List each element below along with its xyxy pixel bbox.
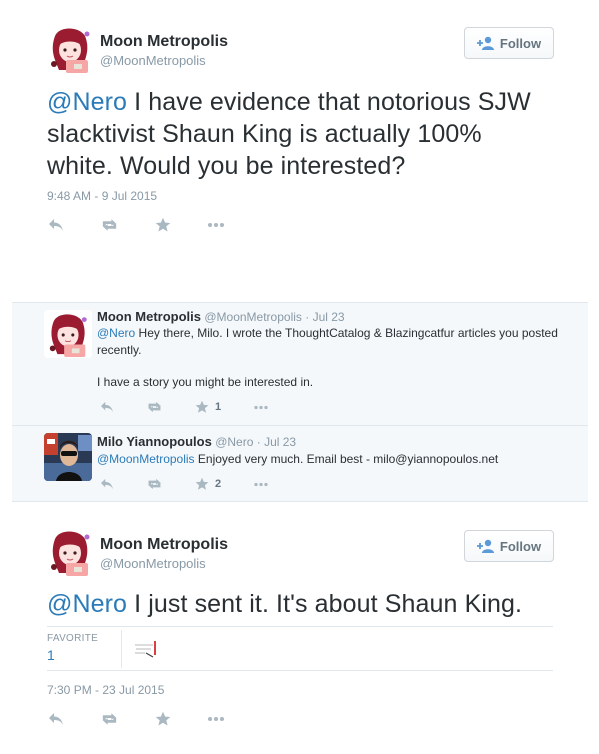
reply-header: Moon Metropolis @MoonMetropolis · Jul 23 bbox=[97, 308, 345, 326]
stats-separator bbox=[121, 630, 122, 668]
reply-mention[interactable]: @MoonMetropolis bbox=[97, 452, 195, 466]
follow-label: Follow bbox=[499, 35, 542, 51]
reply-header: Milo Yiannopoulos @Nero · Jul 23 bbox=[97, 433, 296, 451]
follow-button[interactable]: Follow bbox=[464, 530, 554, 562]
star-icon bbox=[155, 217, 171, 233]
more-icon bbox=[253, 482, 269, 487]
tweet-text: @Nero I just sent it. It's about Shaun K… bbox=[47, 588, 547, 620]
reply-text-2: I have a story you might be interested i… bbox=[97, 375, 314, 389]
avatar[interactable] bbox=[45, 527, 95, 577]
reply-text: @Nero Hey there, Milo. I wrote the Thoug… bbox=[97, 325, 562, 359]
reply-icon bbox=[48, 218, 64, 232]
more-icon bbox=[253, 405, 269, 410]
reply-avatar[interactable] bbox=[44, 310, 92, 358]
reply-button[interactable] bbox=[48, 712, 64, 726]
reply-icon bbox=[100, 401, 114, 413]
reply-button[interactable] bbox=[100, 478, 114, 490]
reply-actions: 1 bbox=[100, 399, 269, 415]
favorite-button[interactable]: 1 bbox=[195, 400, 221, 414]
more-button[interactable] bbox=[253, 405, 269, 410]
display-name[interactable]: Moon Metropolis bbox=[100, 33, 228, 51]
tweet-actions bbox=[48, 216, 225, 234]
retweet-icon bbox=[100, 712, 119, 726]
reply-actions: 2 bbox=[100, 476, 269, 492]
display-name[interactable]: Moon Metropolis bbox=[100, 536, 228, 554]
user-handle[interactable]: @MoonMetropolis bbox=[100, 556, 206, 571]
reply-body: Hey there, Milo. I wrote the ThoughtCata… bbox=[97, 326, 558, 357]
retweet-button[interactable] bbox=[146, 478, 163, 490]
mention-link[interactable]: @Nero bbox=[47, 88, 127, 116]
reply-icon bbox=[100, 478, 114, 490]
favorite-count: 1 bbox=[215, 401, 222, 413]
more-button[interactable] bbox=[207, 716, 225, 722]
favorite-stat-count[interactable]: 1 bbox=[47, 647, 55, 663]
tweet-text: @Nero I have evidence that notorious SJW… bbox=[47, 86, 547, 182]
retweet-button[interactable] bbox=[100, 218, 119, 232]
reply-body: Enjoyed very much. Email best - milo@yia… bbox=[194, 452, 499, 466]
add-user-icon bbox=[476, 539, 494, 553]
retweet-button[interactable] bbox=[146, 401, 163, 413]
more-button[interactable] bbox=[207, 222, 225, 228]
reply-text: @MoonMetropolis Enjoyed very much. Email… bbox=[97, 451, 562, 468]
star-icon bbox=[155, 711, 171, 727]
retweet-icon bbox=[100, 218, 119, 232]
stats-divider-top bbox=[47, 626, 553, 627]
favorite-button[interactable]: 2 bbox=[195, 477, 221, 491]
reply-date[interactable]: · Jul 23 bbox=[257, 435, 296, 449]
reply-button[interactable] bbox=[48, 218, 64, 232]
follow-label: Follow bbox=[499, 538, 542, 554]
stats-divider-bottom bbox=[47, 670, 553, 671]
reply-handle[interactable]: @Nero bbox=[215, 435, 253, 449]
timestamp[interactable]: 9:48 AM - 9 Jul 2015 bbox=[47, 189, 157, 203]
favorite-stat-label: FAVORITE bbox=[47, 633, 99, 644]
favorite-count: 2 bbox=[215, 478, 222, 490]
star-icon bbox=[195, 400, 209, 414]
star-icon bbox=[195, 477, 209, 491]
avatar[interactable] bbox=[45, 24, 95, 74]
favorite-button[interactable] bbox=[155, 217, 171, 233]
reply-icon bbox=[48, 712, 64, 726]
more-icon bbox=[207, 716, 225, 722]
reply-avatar[interactable] bbox=[44, 433, 92, 481]
timestamp[interactable]: 7:30 PM - 23 Jul 2015 bbox=[47, 683, 164, 697]
more-button[interactable] bbox=[253, 482, 269, 487]
favoriter-avatar[interactable] bbox=[131, 635, 159, 663]
reply-display-name[interactable]: Milo Yiannopoulos bbox=[97, 434, 212, 449]
tweet-body: I just sent it. It's about Shaun King. bbox=[127, 590, 523, 618]
follow-button[interactable]: Follow bbox=[464, 27, 554, 59]
reply-date[interactable]: · Jul 23 bbox=[305, 310, 344, 324]
user-handle[interactable]: @MoonMetropolis bbox=[100, 53, 206, 68]
favorite-button[interactable] bbox=[155, 711, 171, 727]
reply-divider bbox=[12, 425, 588, 426]
mention-link[interactable]: @Nero bbox=[47, 590, 127, 618]
retweet-button[interactable] bbox=[100, 712, 119, 726]
retweet-icon bbox=[146, 401, 163, 413]
reply-button[interactable] bbox=[100, 401, 114, 413]
more-icon bbox=[207, 222, 225, 228]
add-user-icon bbox=[476, 36, 494, 50]
reply-handle[interactable]: @MoonMetropolis bbox=[204, 310, 302, 324]
tweet-actions bbox=[48, 710, 225, 728]
reply-mention[interactable]: @Nero bbox=[97, 326, 135, 340]
retweet-icon bbox=[146, 478, 163, 490]
reply-display-name[interactable]: Moon Metropolis bbox=[97, 309, 201, 324]
